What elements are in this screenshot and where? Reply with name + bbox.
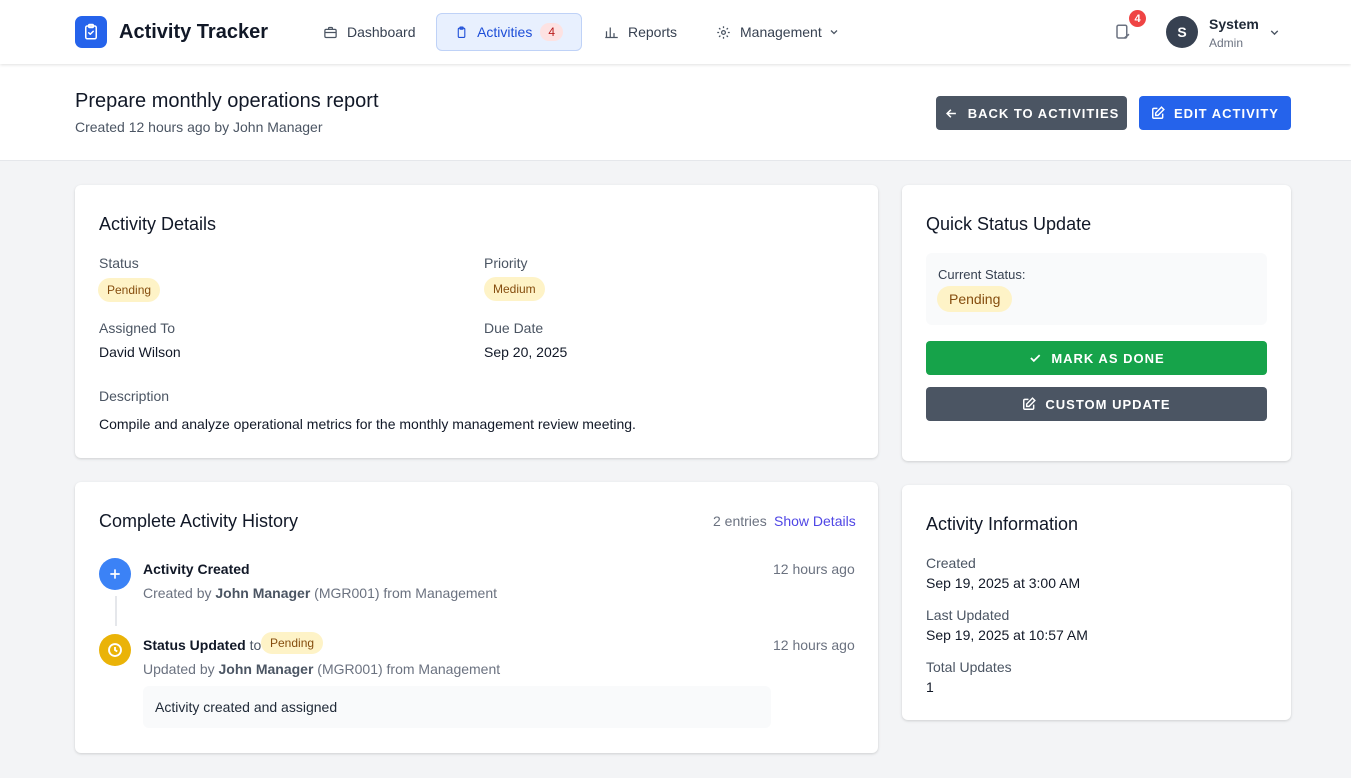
nav-reports[interactable]: Reports xyxy=(585,13,696,51)
custom-update-label: Custom Update xyxy=(1045,396,1171,412)
meta-prefix: Created by xyxy=(143,585,212,601)
total-updates-label: Total Updates xyxy=(926,659,1012,675)
priority-label: Priority xyxy=(484,255,528,271)
activity-history-card: Complete Activity History 2 entries Show… xyxy=(75,482,878,753)
clock-icon xyxy=(99,634,131,666)
history-entry-meta: Updated by John Manager (MGR001) from Ma… xyxy=(143,661,500,677)
app-title: Activity Tracker xyxy=(119,20,268,43)
priority-badge: Medium xyxy=(484,277,545,301)
back-to-activities-button[interactable]: Back to Activities xyxy=(936,96,1127,130)
current-status-box: Current Status: Pending xyxy=(926,253,1267,325)
top-navbar: Activity Tracker Dashboard Activities 4 … xyxy=(0,0,1351,64)
activity-details-title: Activity Details xyxy=(99,214,217,234)
history-title: Complete Activity History xyxy=(99,511,299,531)
description-label: Description xyxy=(99,388,170,404)
assigned-to-value: David Wilson xyxy=(99,344,181,360)
history-entry-note: Activity created and assigned xyxy=(143,686,771,728)
edit-icon xyxy=(1023,397,1037,410)
last-updated-label: Last Updated xyxy=(926,607,1010,623)
edit-icon xyxy=(1152,106,1165,119)
mark-done-label: Mark as Done xyxy=(1051,350,1165,366)
check-icon xyxy=(1030,354,1041,363)
history-entry-time: 12 hours ago xyxy=(773,561,855,577)
plus-icon xyxy=(99,558,131,590)
activity-information-card: Activity Information Created Sep 19, 202… xyxy=(902,485,1291,720)
user-name[interactable]: System xyxy=(1209,16,1259,32)
nav-dashboard-label: Dashboard xyxy=(347,24,416,40)
gear-icon xyxy=(717,25,730,39)
meta-actor: John Manager xyxy=(218,661,314,677)
meta-prefix: Updated by xyxy=(143,661,215,677)
due-date-label: Due Date xyxy=(484,320,544,336)
notification-count-badge: 4 xyxy=(1129,10,1146,27)
due-date-value: Sep 20, 2025 xyxy=(484,344,568,360)
meta-suffix: (MGR001) from Management xyxy=(317,661,501,677)
custom-update-button[interactable]: Custom Update xyxy=(926,387,1267,421)
status-updated-text: Status Updated xyxy=(143,637,246,653)
description-value: Compile and analyze operational metrics … xyxy=(99,416,636,432)
chevron-down-icon[interactable] xyxy=(1268,26,1281,39)
user-role: Admin xyxy=(1209,36,1244,50)
history-entry-time: 12 hours ago xyxy=(773,637,855,653)
briefcase-icon xyxy=(324,26,337,38)
meta-actor: John Manager xyxy=(215,585,311,601)
notification-icon[interactable] xyxy=(1114,22,1132,42)
page-title: Prepare monthly operations report xyxy=(75,90,379,112)
history-entry-title: Status Updated to xyxy=(143,637,261,653)
clipboard-check-icon xyxy=(75,16,107,48)
activities-count-badge: 4 xyxy=(540,23,563,41)
current-status-label: Current Status: xyxy=(938,267,1026,282)
created-value: Sep 19, 2025 at 3:00 AM xyxy=(926,575,1081,591)
activity-information-title: Activity Information xyxy=(926,514,1079,534)
assigned-to-label: Assigned To xyxy=(99,320,176,336)
avatar[interactable]: S xyxy=(1166,16,1198,48)
quick-status-card: Quick Status Update Current Status: Pend… xyxy=(902,185,1291,461)
edit-button-label: Edit Activity xyxy=(1174,105,1279,121)
status-connector: to xyxy=(249,637,262,653)
mark-as-done-button[interactable]: Mark as Done xyxy=(926,341,1267,375)
arrow-left-icon xyxy=(945,108,956,118)
nav-dashboard[interactable]: Dashboard xyxy=(304,13,435,51)
created-label: Created xyxy=(926,555,976,571)
back-button-label: Back to Activities xyxy=(967,105,1120,121)
history-entry-title: Activity Created xyxy=(143,561,250,577)
current-status-badge: Pending xyxy=(937,286,1013,312)
brand[interactable]: Activity Tracker xyxy=(75,16,268,48)
timeline-connector xyxy=(115,596,117,626)
quick-status-title: Quick Status Update xyxy=(926,214,1092,234)
page-header: Prepare monthly operations report Create… xyxy=(0,64,1351,161)
nav-activities[interactable]: Activities 4 xyxy=(436,13,582,51)
nav-management-label: Management xyxy=(740,24,822,40)
status-label: Status xyxy=(99,255,139,271)
history-status-badge: Pending xyxy=(261,632,324,654)
meta-suffix: (MGR001) from Management xyxy=(314,585,498,601)
history-entry-count: 2 entries xyxy=(713,513,767,529)
nav-management[interactable]: Management xyxy=(697,13,859,51)
bar-chart-icon xyxy=(605,27,618,38)
edit-activity-button[interactable]: Edit Activity xyxy=(1139,96,1291,130)
clipboard-icon xyxy=(457,26,466,38)
page-subtitle: Created 12 hours ago by John Manager xyxy=(75,119,323,135)
status-badge: Pending xyxy=(98,278,161,302)
show-details-link[interactable]: Show Details xyxy=(774,513,856,529)
activity-details-card: Activity Details Status Pending Priority… xyxy=(75,185,878,458)
history-entry-meta: Created by John Manager (MGR001) from Ma… xyxy=(143,585,497,601)
last-updated-value: Sep 19, 2025 at 10:57 AM xyxy=(926,627,1088,643)
nav-activities-label: Activities xyxy=(477,24,533,40)
total-updates-value: 1 xyxy=(926,679,934,695)
chevron-down-icon xyxy=(830,30,838,35)
nav-reports-label: Reports xyxy=(628,24,678,40)
